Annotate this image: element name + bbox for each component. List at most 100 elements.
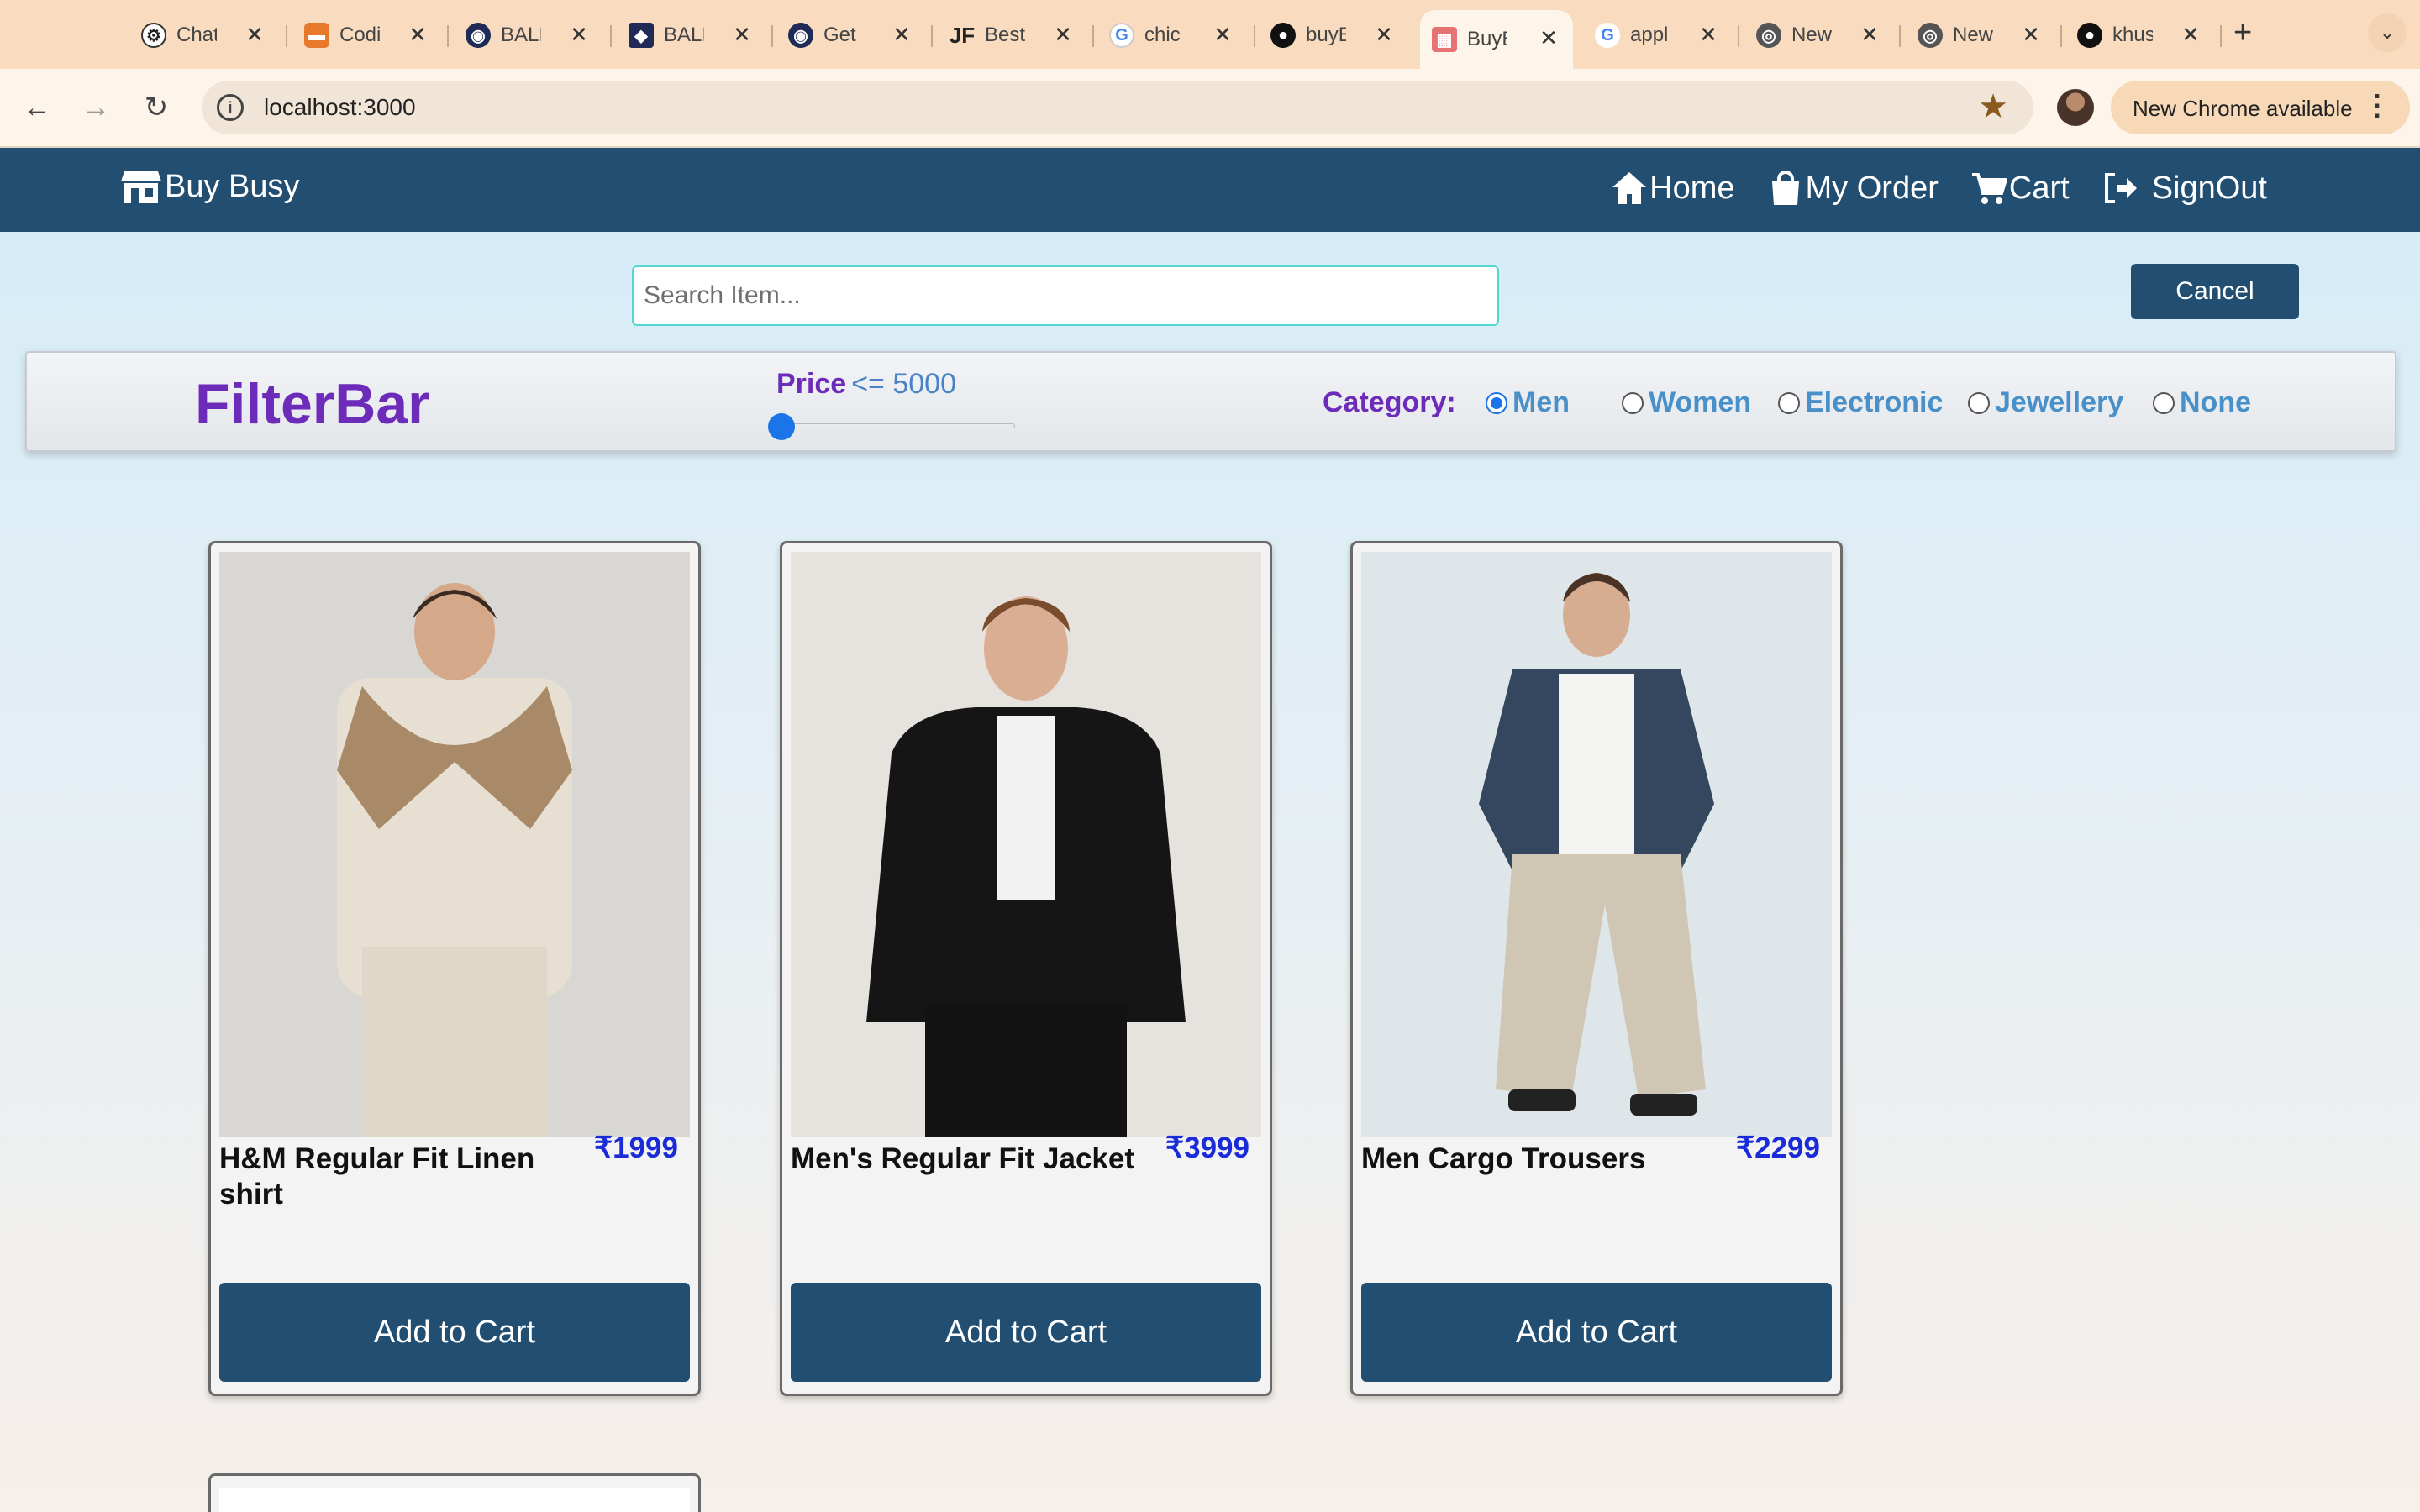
site-info-icon[interactable]: i: [217, 94, 244, 121]
app-viewport: Buy Busy Home My Order Cart SignOut Canc…: [0, 148, 2420, 1512]
bookmark-star-icon[interactable]: ★: [1978, 87, 2008, 126]
category-option-label: Women: [1649, 386, 1752, 418]
product-image: [219, 1488, 690, 1512]
bali-icon: ◉: [788, 23, 813, 48]
tab-separator: [610, 25, 612, 47]
filter-title: FilterBar: [195, 372, 430, 436]
tab-github-khus[interactable]: ● khus ✕: [2077, 13, 2203, 57]
tab-title: Best: [985, 24, 1025, 46]
close-icon[interactable]: ✕: [2178, 22, 2203, 48]
close-icon[interactable]: ✕: [1210, 22, 1235, 48]
radio-button[interactable]: [1486, 391, 1507, 414]
brand-link[interactable]: Buy Busy: [121, 168, 300, 205]
price-slider-track[interactable]: [781, 423, 1015, 428]
tab-buybusy-active[interactable]: ▦ BuyBusy ✕: [1420, 10, 1573, 69]
search-input[interactable]: [632, 265, 1499, 326]
close-icon[interactable]: ✕: [1857, 22, 1882, 48]
shopping-bag-icon: [1771, 171, 1799, 205]
category-radio-men[interactable]: Men: [1486, 386, 1570, 419]
codingninjas-icon: ▬: [304, 23, 329, 48]
tab-title: New: [1791, 24, 1832, 46]
openai-icon: ⚙: [141, 23, 166, 48]
close-icon[interactable]: ✕: [405, 22, 430, 48]
category-radio-none[interactable]: None: [2153, 386, 2251, 419]
radio-button[interactable]: [1778, 391, 1800, 414]
close-icon[interactable]: ✕: [1536, 25, 1561, 51]
add-to-cart-button[interactable]: Add to Cart: [791, 1283, 1261, 1382]
store-icon: [121, 171, 161, 203]
url-text[interactable]: localhost:3000: [264, 94, 416, 121]
tab-separator: [931, 25, 933, 47]
price-slider-thumb[interactable]: [768, 413, 795, 440]
browser-toolbar: ← → ↻ i localhost:3000 ★ New Chrome avai…: [0, 69, 2420, 148]
tab-coding-ninjas[interactable]: ▬ Coding Ninjas ✕: [304, 13, 430, 57]
category-radio-electronic[interactable]: Electronic: [1778, 386, 1943, 419]
category-option-label: Jewellery: [1995, 386, 2124, 418]
forward-arrow-icon[interactable]: →: [76, 87, 116, 128]
tab-title: BALI: [664, 24, 704, 46]
tab-google-chic[interactable]: G chic ✕: [1109, 13, 1235, 57]
radio-button[interactable]: [1622, 391, 1644, 414]
close-icon[interactable]: ✕: [729, 22, 755, 48]
bali-icon: ◉: [466, 23, 491, 48]
reload-icon[interactable]: ↻: [136, 87, 176, 128]
tab-search-chevron-icon[interactable]: ⌄: [2368, 13, 2407, 52]
nav-home-link[interactable]: Home: [1611, 170, 1735, 207]
store-icon: ▦: [1432, 27, 1457, 52]
tab-new-2[interactable]: ◎ New ✕: [1918, 13, 2044, 57]
price-limit-text: <= 5000: [851, 368, 956, 400]
brand-name: Buy Busy: [165, 168, 300, 204]
back-arrow-icon[interactable]: ←: [17, 87, 57, 128]
close-icon[interactable]: ✕: [1371, 22, 1397, 48]
home-icon: [1612, 172, 1647, 204]
add-to-cart-button[interactable]: Add to Cart: [219, 1283, 690, 1382]
nav-orders-link[interactable]: My Order: [1767, 170, 1939, 207]
nav-signout-label: SignOut: [2151, 170, 2267, 206]
tab-title: BuyBusy: [1467, 28, 1507, 50]
category-radio-jewellery[interactable]: Jewellery: [1968, 386, 2123, 419]
tab-separator: [1738, 25, 1739, 47]
product-image: [791, 552, 1261, 1137]
chrome-update-button[interactable]: New Chrome available ⋮: [2111, 81, 2410, 134]
tab-new-1[interactable]: ◎ New ✕: [1756, 13, 1882, 57]
tab-best[interactable]: JF Best ✕: [950, 13, 1076, 57]
nav-cart-link[interactable]: Cart: [1970, 170, 2070, 207]
product-name: H&M Regular Fit Linen shirt: [219, 1142, 535, 1210]
product-price: ₹1999: [593, 1131, 678, 1164]
close-icon[interactable]: ✕: [1050, 22, 1076, 48]
close-icon[interactable]: ✕: [242, 22, 267, 48]
product-price: ₹2299: [1735, 1131, 1820, 1164]
tab-separator: [771, 25, 773, 47]
tab-bali-2[interactable]: ◆ BALI ✕: [629, 13, 755, 57]
tab-bali-1[interactable]: ◉ BALI ✕: [466, 13, 592, 57]
category-option-label: Men: [1512, 386, 1570, 418]
kebab-menu-icon[interactable]: ⋮: [2363, 89, 2391, 123]
tab-github-buybusy[interactable]: ● buyBusy ✕: [1270, 13, 1397, 57]
github-icon: ●: [2077, 23, 2102, 48]
product-name: Men Cargo Trousers: [1361, 1142, 1646, 1175]
close-icon[interactable]: ✕: [1696, 22, 1721, 48]
nav-orders-label: My Order: [1805, 170, 1939, 206]
new-tab-button[interactable]: +: [2233, 15, 2252, 51]
radio-button[interactable]: [1968, 391, 1990, 414]
close-icon[interactable]: ✕: [2018, 22, 2044, 48]
radio-button[interactable]: [2153, 391, 2175, 414]
price-label-text: Price: [776, 368, 847, 400]
product-image: [1361, 552, 1832, 1137]
close-icon[interactable]: ✕: [889, 22, 914, 48]
tab-chatgpt[interactable]: ⚙ ChatGPT ✕: [141, 13, 267, 57]
profile-avatar[interactable]: [2057, 89, 2094, 126]
github-icon: ●: [1270, 23, 1296, 48]
cancel-button[interactable]: Cancel: [2131, 264, 2299, 319]
google-icon: G: [1595, 23, 1620, 48]
tab-google-appl[interactable]: G appl ✕: [1595, 13, 1721, 57]
category-option-label: None: [2180, 386, 2251, 418]
nav-signout-link[interactable]: SignOut: [2102, 170, 2267, 207]
tab-get[interactable]: ◉ Get ✕: [788, 13, 914, 57]
nav-home-label: Home: [1649, 170, 1735, 206]
close-icon[interactable]: ✕: [566, 22, 592, 48]
product-card: [208, 1473, 701, 1512]
add-to-cart-button[interactable]: Add to Cart: [1361, 1283, 1832, 1382]
category-radio-women[interactable]: Women: [1622, 386, 1751, 419]
address-bar[interactable]: i localhost:3000 ★: [202, 81, 2033, 134]
